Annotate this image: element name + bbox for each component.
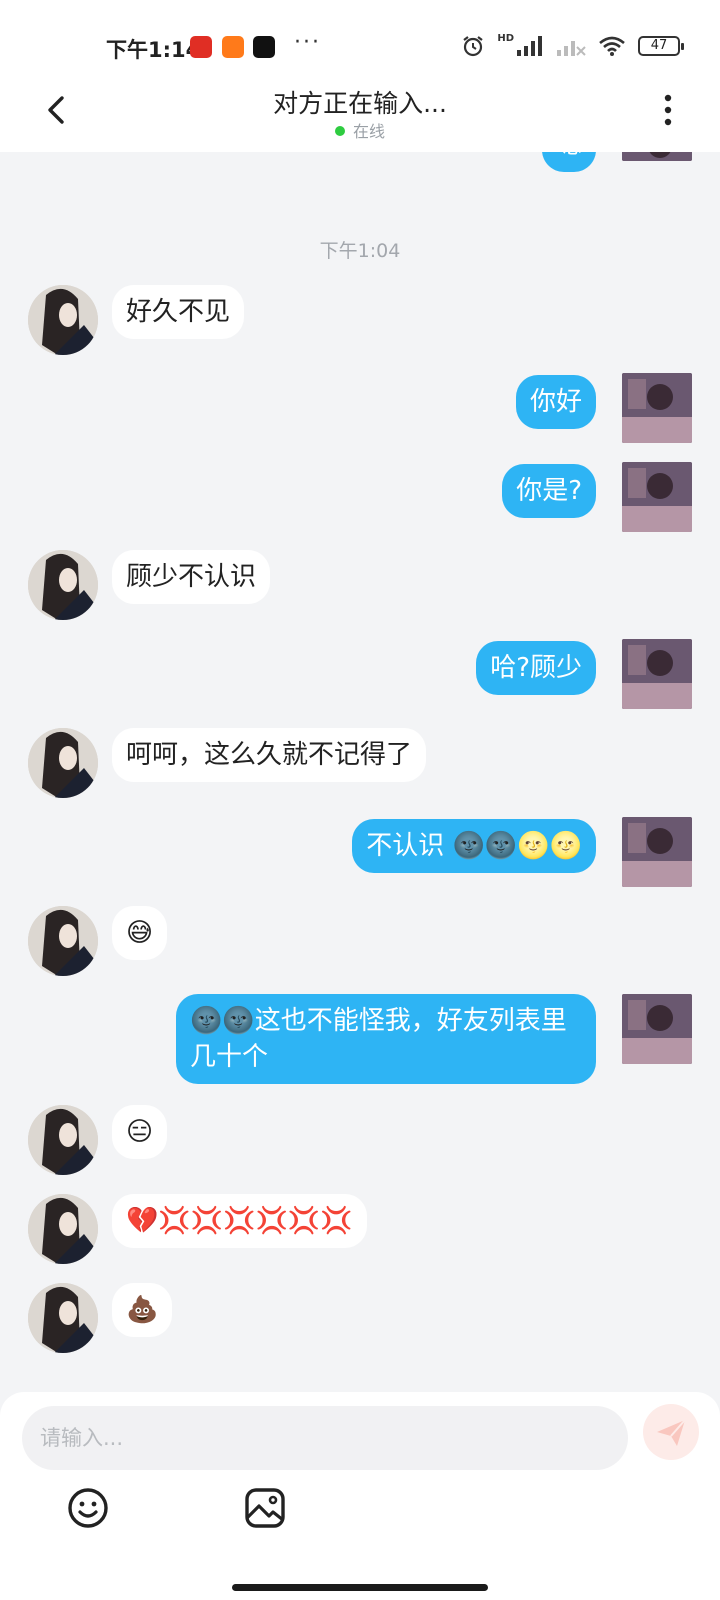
message-timestamp: 下午1:04 xyxy=(319,240,401,262)
send-button[interactable] xyxy=(643,1404,699,1460)
more-options-button[interactable] xyxy=(656,90,680,130)
message-bubble-in[interactable]: 顾少不认识 xyxy=(112,550,271,604)
presence-status: 在线 xyxy=(0,118,720,142)
image-button[interactable] xyxy=(241,1484,289,1532)
avatar-self[interactable] xyxy=(622,994,692,1064)
avatar-contact[interactable] xyxy=(28,1105,98,1175)
avatar-self[interactable] xyxy=(622,152,692,161)
avatar-self[interactable] xyxy=(622,817,692,887)
message-bubble-in[interactable]: 💔💢💢💢💢💢💢 xyxy=(112,1194,367,1248)
pinduoduo-icon xyxy=(190,36,212,58)
wifi-icon xyxy=(599,36,625,56)
tiktok-icon xyxy=(253,36,275,58)
home-indicator[interactable] xyxy=(232,1584,488,1591)
message-bubble-in[interactable]: 好久不见 xyxy=(112,285,245,339)
message-bubble-in[interactable]: 💩 xyxy=(112,1283,173,1337)
message-row: 嗯 xyxy=(0,152,720,184)
message-input[interactable] xyxy=(22,1406,628,1470)
message-bubble-out[interactable]: 不认识 🌚🌚🌝🌝 xyxy=(352,819,596,873)
signal-2-icon xyxy=(557,41,586,56)
message-bubble-in[interactable]: 呵呵，这么久就不记得了 xyxy=(112,728,427,782)
avatar-contact[interactable] xyxy=(28,906,98,976)
avatar-contact[interactable] xyxy=(28,1194,98,1264)
hd-label: HD xyxy=(497,32,514,44)
message-bubble-out[interactable]: 哈?顾少 xyxy=(476,641,596,695)
avatar-contact[interactable] xyxy=(28,1283,98,1353)
avatar-self[interactable] xyxy=(622,462,692,532)
online-dot-icon xyxy=(334,125,345,136)
emoji-button[interactable] xyxy=(64,1484,112,1532)
message-bubble-out[interactable]: 你是? xyxy=(502,464,596,518)
signal-icon xyxy=(517,36,542,56)
alarm-icon xyxy=(463,36,483,57)
avatar-self[interactable] xyxy=(622,373,692,443)
message-bubble-in[interactable]: 😑 xyxy=(112,1105,168,1159)
avatar-contact[interactable] xyxy=(28,550,98,620)
chat-header: 对方正在输入... 在线 xyxy=(0,80,720,152)
status-bar: 下午1:14 ··· HD 47 xyxy=(0,0,720,80)
more-notifications-icon: ··· xyxy=(294,30,321,55)
message-bubble-in[interactable]: 😅 xyxy=(112,906,168,960)
taobao-icon xyxy=(222,36,244,58)
message-bubble-out[interactable]: 🌚🌚这也不能怪我，好友列表里几十个 xyxy=(176,994,596,1084)
paper-plane-icon xyxy=(657,1419,686,1446)
battery-indicator: 47 xyxy=(638,36,684,56)
message-bubble-out[interactable]: 你好 xyxy=(515,375,596,429)
avatar-contact[interactable] xyxy=(28,285,98,355)
composer-panel xyxy=(0,1392,720,1600)
avatar-self[interactable] xyxy=(622,639,692,709)
status-time: 下午1:14 xyxy=(106,38,201,62)
message-bubble-out[interactable]: 嗯 xyxy=(541,152,596,172)
chat-title: 对方正在输入... xyxy=(273,89,447,118)
avatar-contact[interactable] xyxy=(28,728,98,798)
status-indicators: HD 47 xyxy=(461,32,684,58)
message-list[interactable]: 嗯 下午1:04 好久不见 你好 你是? 顾少不认识 哈?顾少 xyxy=(0,152,720,1392)
presence-label: 在线 xyxy=(352,122,385,141)
